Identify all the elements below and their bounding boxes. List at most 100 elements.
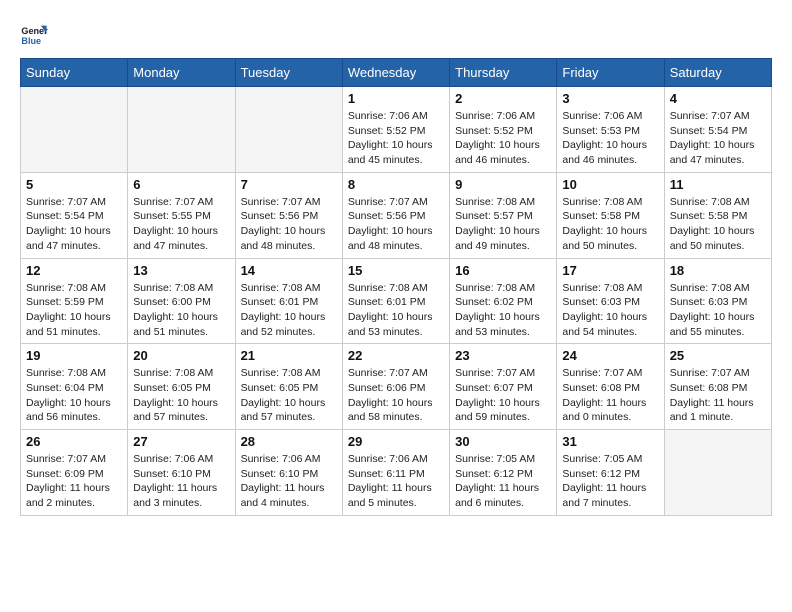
calendar-day-cell: 2 Sunrise: 7:06 AM Sunset: 5:52 PM Daylig… <box>450 87 557 173</box>
day-number: 27 <box>133 434 229 449</box>
calendar-day-cell: 26Sunrise: 7:07 AM Sunset: 6:09 PM Dayli… <box>21 430 128 516</box>
day-number: 8 <box>348 177 444 192</box>
day-info: Sunrise: 7:07 AM Sunset: 6:06 PM Dayligh… <box>348 366 444 425</box>
day-info: Sunrise: 7:07 AM Sunset: 5:55 PM Dayligh… <box>133 195 229 254</box>
day-number: 3 <box>562 91 658 106</box>
day-info: Sunrise: 7:08 AM Sunset: 6:02 PM Dayligh… <box>455 281 551 340</box>
calendar-day-cell: 17 Sunrise: 7:08 AM Sunset: 6:03 PM Dayli… <box>557 258 664 344</box>
calendar-day-cell: 19 Sunrise: 7:08 AM Sunset: 6:04 PM Dayli… <box>21 344 128 430</box>
day-info: Sunrise: 7:07 AM Sunset: 5:54 PM Dayligh… <box>670 109 766 168</box>
logo-icon: General Blue <box>20 20 48 48</box>
page-header: General Blue <box>20 20 772 48</box>
day-number: 29 <box>348 434 444 449</box>
calendar-day-cell: 23Sunrise: 7:07 AM Sunset: 6:07 PM Dayli… <box>450 344 557 430</box>
day-info: Sunrise: 7:07 AM Sunset: 5:54 PM Dayligh… <box>26 195 122 254</box>
day-number: 10 <box>562 177 658 192</box>
day-number: 16 <box>455 263 551 278</box>
weekday-header: Saturday <box>664 59 771 87</box>
day-number: 21 <box>241 348 337 363</box>
day-number: 19 <box>26 348 122 363</box>
day-info: Sunrise: 7:07 AM Sunset: 6:08 PM Dayligh… <box>562 366 658 425</box>
day-number: 31 <box>562 434 658 449</box>
day-number: 11 <box>670 177 766 192</box>
day-number: 20 <box>133 348 229 363</box>
day-info: Sunrise: 7:07 AM Sunset: 6:07 PM Dayligh… <box>455 366 551 425</box>
calendar-day-cell <box>235 87 342 173</box>
day-info: Sunrise: 7:08 AM Sunset: 6:03 PM Dayligh… <box>562 281 658 340</box>
calendar-day-cell <box>128 87 235 173</box>
day-info: Sunrise: 7:08 AM Sunset: 6:05 PM Dayligh… <box>241 366 337 425</box>
day-info: Sunrise: 7:08 AM Sunset: 6:03 PM Dayligh… <box>670 281 766 340</box>
day-info: Sunrise: 7:06 AM Sunset: 6:11 PM Dayligh… <box>348 452 444 511</box>
calendar-day-cell: 29 Sunrise: 7:06 AM Sunset: 6:11 PM Dayli… <box>342 430 449 516</box>
svg-text:Blue: Blue <box>21 36 41 46</box>
calendar-day-cell: 4 Sunrise: 7:07 AM Sunset: 5:54 PM Daylig… <box>664 87 771 173</box>
calendar-table: SundayMondayTuesdayWednesdayThursdayFrid… <box>20 58 772 516</box>
day-number: 26 <box>26 434 122 449</box>
day-number: 17 <box>562 263 658 278</box>
day-number: 22 <box>348 348 444 363</box>
calendar-day-cell: 5 Sunrise: 7:07 AM Sunset: 5:54 PM Daylig… <box>21 172 128 258</box>
day-info: Sunrise: 7:08 AM Sunset: 6:05 PM Dayligh… <box>133 366 229 425</box>
calendar-day-cell: 13 Sunrise: 7:08 AM Sunset: 6:00 PM Dayli… <box>128 258 235 344</box>
calendar-week-row: 1 Sunrise: 7:06 AM Sunset: 5:52 PM Daylig… <box>21 87 772 173</box>
day-info: Sunrise: 7:06 AM Sunset: 5:53 PM Dayligh… <box>562 109 658 168</box>
calendar-day-cell: 28 Sunrise: 7:06 AM Sunset: 6:10 PM Dayli… <box>235 430 342 516</box>
logo: General Blue <box>20 20 52 48</box>
day-number: 4 <box>670 91 766 106</box>
day-number: 2 <box>455 91 551 106</box>
day-info: Sunrise: 7:07 AM Sunset: 5:56 PM Dayligh… <box>348 195 444 254</box>
weekday-header: Tuesday <box>235 59 342 87</box>
calendar-day-cell <box>664 430 771 516</box>
day-info: Sunrise: 7:05 AM Sunset: 6:12 PM Dayligh… <box>455 452 551 511</box>
weekday-header: Thursday <box>450 59 557 87</box>
day-info: Sunrise: 7:05 AM Sunset: 6:12 PM Dayligh… <box>562 452 658 511</box>
day-number: 24 <box>562 348 658 363</box>
day-number: 14 <box>241 263 337 278</box>
calendar-day-cell: 25Sunrise: 7:07 AM Sunset: 6:08 PM Dayli… <box>664 344 771 430</box>
calendar-day-cell: 1 Sunrise: 7:06 AM Sunset: 5:52 PM Daylig… <box>342 87 449 173</box>
day-number: 1 <box>348 91 444 106</box>
day-info: Sunrise: 7:08 AM Sunset: 5:59 PM Dayligh… <box>26 281 122 340</box>
day-info: Sunrise: 7:08 AM Sunset: 6:04 PM Dayligh… <box>26 366 122 425</box>
calendar-week-row: 26Sunrise: 7:07 AM Sunset: 6:09 PM Dayli… <box>21 430 772 516</box>
calendar-day-cell: 21 Sunrise: 7:08 AM Sunset: 6:05 PM Dayli… <box>235 344 342 430</box>
day-number: 5 <box>26 177 122 192</box>
day-info: Sunrise: 7:08 AM Sunset: 6:01 PM Dayligh… <box>348 281 444 340</box>
day-number: 9 <box>455 177 551 192</box>
weekday-header: Friday <box>557 59 664 87</box>
calendar-day-cell <box>21 87 128 173</box>
day-info: Sunrise: 7:08 AM Sunset: 5:58 PM Dayligh… <box>670 195 766 254</box>
calendar-day-cell: 30 Sunrise: 7:05 AM Sunset: 6:12 PM Dayli… <box>450 430 557 516</box>
day-info: Sunrise: 7:08 AM Sunset: 5:57 PM Dayligh… <box>455 195 551 254</box>
day-number: 28 <box>241 434 337 449</box>
day-number: 13 <box>133 263 229 278</box>
day-number: 7 <box>241 177 337 192</box>
calendar-day-cell: 27 Sunrise: 7:06 AM Sunset: 6:10 PM Dayli… <box>128 430 235 516</box>
day-info: Sunrise: 7:06 AM Sunset: 5:52 PM Dayligh… <box>348 109 444 168</box>
calendar-day-cell: 15 Sunrise: 7:08 AM Sunset: 6:01 PM Dayli… <box>342 258 449 344</box>
calendar-day-cell: 10 Sunrise: 7:08 AM Sunset: 5:58 PM Dayli… <box>557 172 664 258</box>
calendar-day-cell: 20 Sunrise: 7:08 AM Sunset: 6:05 PM Dayli… <box>128 344 235 430</box>
day-info: Sunrise: 7:06 AM Sunset: 5:52 PM Dayligh… <box>455 109 551 168</box>
calendar-week-row: 19 Sunrise: 7:08 AM Sunset: 6:04 PM Dayli… <box>21 344 772 430</box>
day-info: Sunrise: 7:08 AM Sunset: 5:58 PM Dayligh… <box>562 195 658 254</box>
calendar-day-cell: 8 Sunrise: 7:07 AM Sunset: 5:56 PM Daylig… <box>342 172 449 258</box>
calendar-day-cell: 18 Sunrise: 7:08 AM Sunset: 6:03 PM Dayli… <box>664 258 771 344</box>
calendar-week-row: 5 Sunrise: 7:07 AM Sunset: 5:54 PM Daylig… <box>21 172 772 258</box>
day-info: Sunrise: 7:07 AM Sunset: 5:56 PM Dayligh… <box>241 195 337 254</box>
calendar-day-cell: 14 Sunrise: 7:08 AM Sunset: 6:01 PM Dayli… <box>235 258 342 344</box>
day-info: Sunrise: 7:06 AM Sunset: 6:10 PM Dayligh… <box>241 452 337 511</box>
day-info: Sunrise: 7:08 AM Sunset: 6:01 PM Dayligh… <box>241 281 337 340</box>
calendar-week-row: 12Sunrise: 7:08 AM Sunset: 5:59 PM Dayli… <box>21 258 772 344</box>
day-number: 25 <box>670 348 766 363</box>
day-number: 15 <box>348 263 444 278</box>
calendar-day-cell: 6Sunrise: 7:07 AM Sunset: 5:55 PM Daylig… <box>128 172 235 258</box>
calendar-day-cell: 3 Sunrise: 7:06 AM Sunset: 5:53 PM Daylig… <box>557 87 664 173</box>
calendar-day-cell: 16 Sunrise: 7:08 AM Sunset: 6:02 PM Dayli… <box>450 258 557 344</box>
weekday-header: Monday <box>128 59 235 87</box>
day-info: Sunrise: 7:06 AM Sunset: 6:10 PM Dayligh… <box>133 452 229 511</box>
day-number: 30 <box>455 434 551 449</box>
day-info: Sunrise: 7:08 AM Sunset: 6:00 PM Dayligh… <box>133 281 229 340</box>
day-number: 18 <box>670 263 766 278</box>
